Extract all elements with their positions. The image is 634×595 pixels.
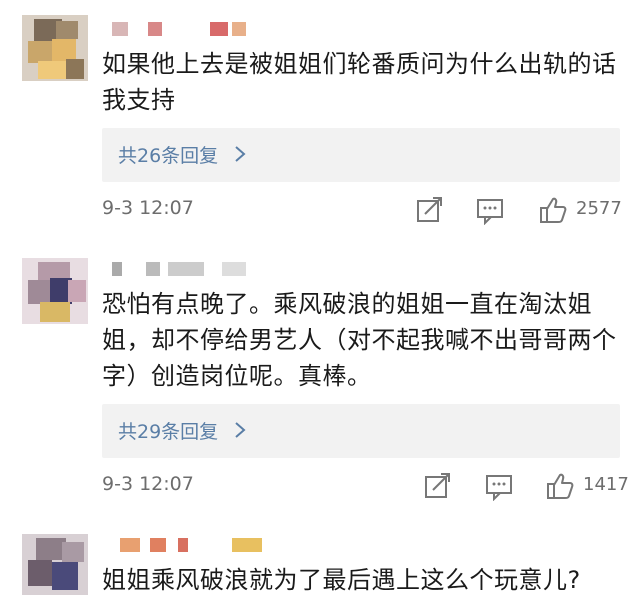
avatar[interactable] [22,258,88,324]
comment-text: 如果他上去是被姐姐们轮番质问为什么出轨的话 我支持 [102,46,622,118]
forward-icon[interactable] [414,195,444,225]
comment-text-line: 恐怕有点晚了。乘风破浪的姐姐一直在淘汰姐 [102,290,592,318]
reply-summary[interactable]: 共26条回复 [102,128,620,182]
reply-summary[interactable]: 共29条回复 [102,404,620,458]
comment-text-line: 姐，却不停给男艺人（对不起我喊不出哥哥两个 [102,326,617,354]
comment-meta: 9-3 12:07 1417 [102,471,629,501]
timestamp: 9-3 12:07 [102,473,194,495]
comment-meta: 9-3 12:07 2577 [102,195,622,225]
avatar[interactable] [22,534,88,595]
comment-text-line: 姐姐乘风破浪就为了最后遇上这么个玩意儿? [102,566,581,594]
username-redacted[interactable] [112,262,272,276]
like-count: 2577 [576,198,622,219]
comment-text: 姐姐乘风破浪就为了最后遇上这么个玩意儿? [102,562,622,595]
comment-text-line: 我支持 [102,86,176,114]
username-redacted[interactable] [112,538,272,552]
like-icon[interactable] [545,471,575,501]
comment-icon[interactable] [475,195,505,225]
like-icon[interactable] [538,195,568,225]
username-redacted[interactable] [112,22,262,36]
comment-text: 恐怕有点晚了。乘风破浪的姐姐一直在淘汰姐 姐，却不停给男艺人（对不起我喊不出哥哥… [102,286,622,394]
timestamp: 9-3 12:07 [102,197,194,219]
chevron-right-icon [235,146,246,162]
view-replies-link[interactable]: 共29条回复 [118,417,218,444]
comment-icon[interactable] [484,471,514,501]
view-replies-link[interactable]: 共26条回复 [118,141,218,168]
like-count: 1417 [583,474,629,495]
comment-text-line: 如果他上去是被姐姐们轮番质问为什么出轨的话 [102,50,617,78]
forward-icon[interactable] [422,471,452,501]
avatar[interactable] [22,15,88,81]
chevron-right-icon [235,422,246,438]
comment-text-line: 字）创造岗位呢。真棒。 [102,362,372,390]
